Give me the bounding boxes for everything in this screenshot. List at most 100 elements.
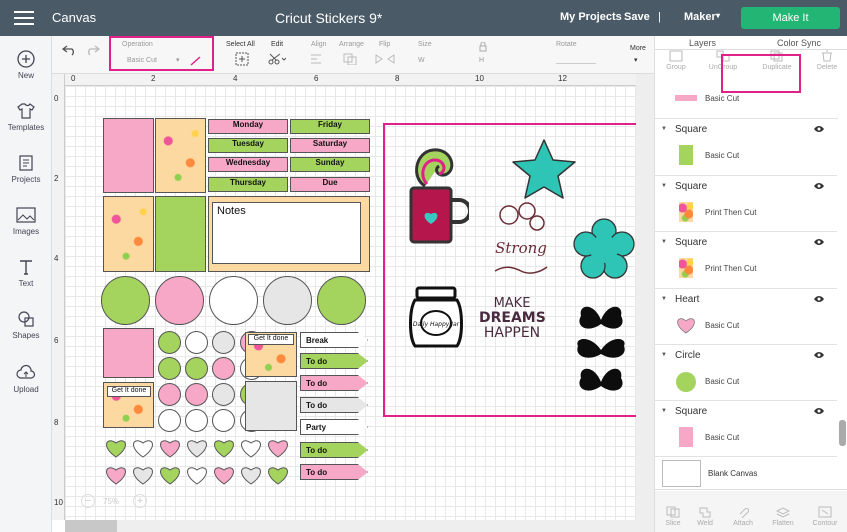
- chevron-down-icon[interactable]: ▾: [634, 56, 638, 64]
- align-label[interactable]: Align: [311, 41, 327, 48]
- small-circle[interactable]: [185, 331, 208, 354]
- circle-sticker[interactable]: [101, 276, 150, 325]
- chevron-down-icon[interactable]: ▼: [661, 408, 667, 414]
- select-all-label[interactable]: Select All: [226, 41, 255, 48]
- scissors-icon[interactable]: [268, 53, 287, 68]
- eye-icon[interactable]: [813, 351, 825, 361]
- my-projects-link[interactable]: My Projects: [560, 11, 622, 23]
- circle-sticker[interactable]: [209, 276, 258, 325]
- height-field[interactable]: H: [479, 57, 484, 64]
- layer-item[interactable]: ▼ Circle Basic Cut: [655, 345, 837, 401]
- layer-item[interactable]: ▼ Heart Basic Cut: [655, 289, 837, 345]
- zoom-out-icon[interactable]: −: [81, 494, 95, 508]
- small-circle[interactable]: [158, 409, 181, 432]
- flag-sticker[interactable]: To do: [300, 397, 368, 413]
- small-circle[interactable]: [185, 409, 208, 432]
- tab-layers[interactable]: Layers: [689, 38, 716, 48]
- chevron-down-icon[interactable]: ▼: [661, 239, 667, 245]
- layer-item[interactable]: ▼ Square Print Then Cut: [655, 176, 837, 232]
- circle-sticker[interactable]: [317, 276, 366, 325]
- small-circle[interactable]: [212, 331, 235, 354]
- flag-sticker[interactable]: To do: [300, 442, 368, 458]
- flag-sticker[interactable]: Party: [300, 419, 368, 435]
- hearts-row[interactable]: [103, 435, 293, 487]
- day-label[interactable]: Sunday: [290, 157, 370, 172]
- make-it-button[interactable]: Make It: [741, 7, 840, 29]
- edit-label[interactable]: Edit: [271, 41, 283, 48]
- small-circle[interactable]: [158, 383, 181, 406]
- arrange-label[interactable]: Arrange: [339, 41, 364, 48]
- flag-sticker[interactable]: Break: [300, 332, 368, 348]
- more-button[interactable]: More: [630, 45, 646, 52]
- chevron-down-icon[interactable]: ▼: [661, 126, 667, 132]
- chevron-down-icon[interactable]: ▾: [716, 11, 720, 20]
- rotate-field[interactable]: [556, 52, 596, 64]
- projects-button[interactable]: Projects: [0, 154, 52, 184]
- flag-sticker[interactable]: To do: [300, 375, 368, 391]
- chevron-down-icon[interactable]: ▼: [661, 352, 667, 358]
- flip-icon[interactable]: [375, 53, 395, 68]
- day-label[interactable]: Wednesday: [208, 157, 288, 172]
- eye-icon[interactable]: [813, 238, 825, 248]
- lock-icon[interactable]: [479, 41, 487, 55]
- contour-button[interactable]: Contour: [807, 506, 843, 527]
- get-it-done-label[interactable]: Get It done: [248, 334, 294, 345]
- redo-icon[interactable]: [84, 42, 101, 59]
- notes-box[interactable]: Notes: [212, 202, 361, 264]
- images-button[interactable]: Images: [0, 206, 52, 236]
- upload-button[interactable]: Upload: [0, 364, 52, 394]
- machine-select[interactable]: Maker: [684, 11, 716, 23]
- arrange-icon[interactable]: [343, 53, 361, 68]
- horizontal-scrollbar[interactable]: [65, 520, 636, 532]
- group-button[interactable]: Group: [656, 50, 696, 71]
- vertical-scrollbar[interactable]: [636, 74, 654, 532]
- weld-button[interactable]: Weld: [687, 506, 723, 527]
- width-field[interactable]: W: [418, 57, 425, 64]
- flag-sticker[interactable]: To do: [300, 353, 368, 369]
- align-icon[interactable]: [310, 53, 328, 68]
- slice-button[interactable]: Slice: [655, 506, 691, 527]
- small-circle[interactable]: [212, 409, 235, 432]
- circle-sticker[interactable]: [263, 276, 312, 325]
- eye-icon[interactable]: [813, 125, 825, 135]
- delete-button[interactable]: Delete: [807, 50, 847, 71]
- templates-button[interactable]: Templates: [0, 102, 52, 132]
- eye-icon[interactable]: [813, 295, 825, 305]
- eye-icon[interactable]: [813, 407, 825, 417]
- chevron-down-icon[interactable]: ▼: [661, 183, 667, 189]
- floral-square[interactable]: [103, 196, 154, 272]
- menu-icon[interactable]: [14, 11, 34, 25]
- day-label[interactable]: Thursday: [208, 177, 288, 192]
- select-all-icon[interactable]: [235, 52, 249, 69]
- flag-sticker[interactable]: To do: [300, 464, 368, 480]
- new-button[interactable]: New: [0, 50, 52, 80]
- day-label[interactable]: Friday: [290, 119, 370, 134]
- layer-item[interactable]: ▼ Square Basic Cut: [655, 119, 837, 176]
- green-square[interactable]: [155, 196, 206, 272]
- undo-icon[interactable]: [61, 42, 78, 59]
- day-label[interactable]: Tuesday: [208, 138, 288, 153]
- chevron-down-icon[interactable]: ▼: [661, 296, 667, 302]
- blank-canvas-row[interactable]: Blank Canvas: [655, 454, 847, 490]
- flatten-button[interactable]: Flatten: [765, 506, 801, 527]
- panel-scrollbar[interactable]: [839, 420, 846, 446]
- small-circle[interactable]: [212, 383, 235, 406]
- text-button[interactable]: Text: [0, 258, 52, 288]
- pink-square[interactable]: [103, 328, 154, 378]
- flip-label[interactable]: Flip: [379, 41, 390, 48]
- circle-sticker[interactable]: [155, 276, 204, 325]
- small-circle[interactable]: [185, 383, 208, 406]
- grey-square[interactable]: [245, 381, 297, 431]
- save-link[interactable]: Save: [624, 11, 650, 23]
- tab-color-sync[interactable]: Color Sync: [777, 38, 821, 48]
- floral-square[interactable]: [155, 118, 206, 193]
- attach-button[interactable]: Attach: [725, 506, 761, 527]
- day-label[interactable]: Due: [290, 177, 370, 192]
- get-it-done-label[interactable]: Get It done: [107, 386, 151, 397]
- small-circle[interactable]: [185, 357, 208, 380]
- small-circle[interactable]: [158, 331, 181, 354]
- eye-icon[interactable]: [813, 182, 825, 192]
- small-circle[interactable]: [212, 357, 235, 380]
- layer-item[interactable]: ▼ Square Print Then Cut: [655, 232, 837, 289]
- shapes-button[interactable]: Shapes: [0, 310, 52, 340]
